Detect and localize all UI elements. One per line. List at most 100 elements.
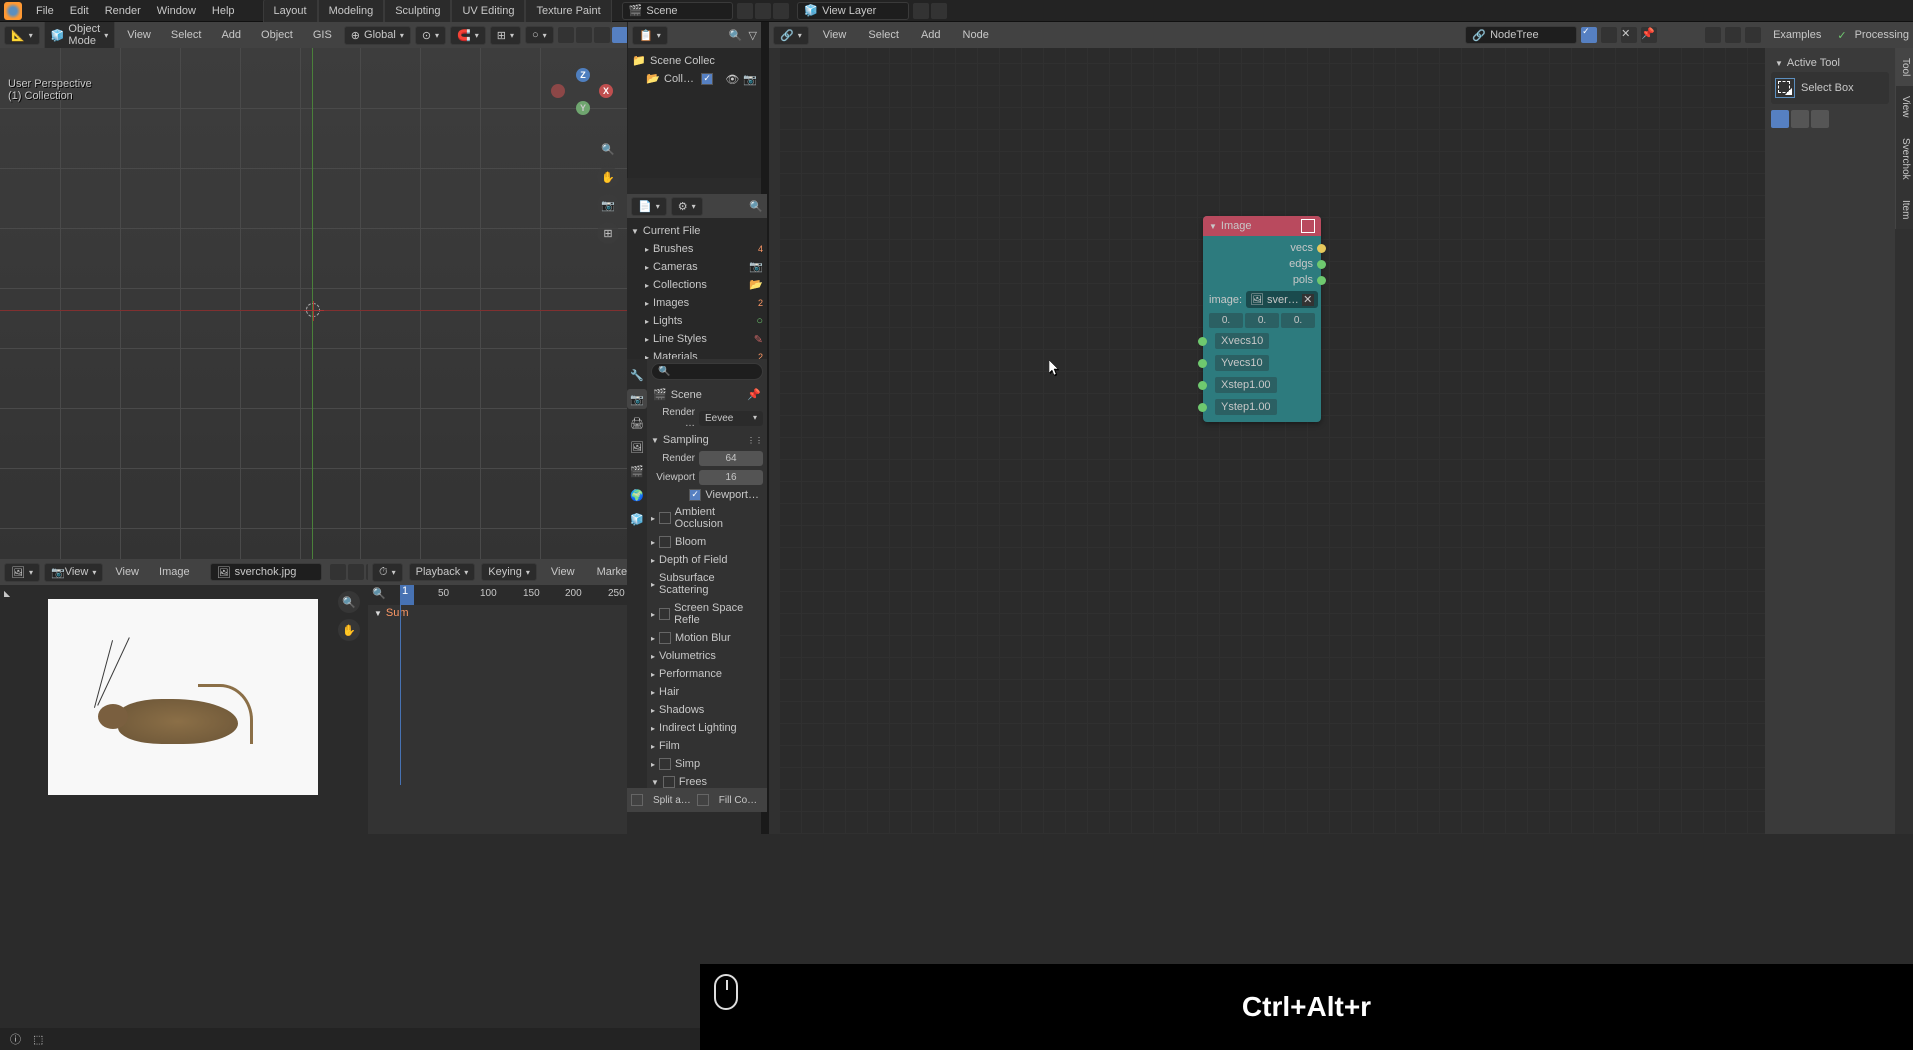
examples-dropdown[interactable]: Examples (1765, 24, 1829, 46)
dof-panel[interactable]: ▸Depth of Field (647, 551, 767, 569)
ssr-panel[interactable]: ▸Screen Space Refle (647, 599, 767, 629)
gizmo-z[interactable]: Z (576, 68, 590, 82)
scene-browse-icon[interactable] (737, 3, 753, 19)
img-menu-view[interactable]: View (107, 561, 147, 583)
viewport-3d-canvas[interactable]: User Perspective (1) Collection Z X Y 🔍 … (0, 48, 627, 559)
zoom-icon[interactable]: 🔍 (597, 138, 619, 160)
volumetrics-panel[interactable]: ▸Volumetrics (647, 647, 767, 665)
overlay-toggle[interactable] (576, 27, 592, 43)
tl-menu-view[interactable]: View (543, 561, 583, 583)
select-mode-new[interactable] (1771, 110, 1789, 128)
img-menu-image[interactable]: Image (151, 561, 198, 583)
scene-new-icon[interactable] (755, 3, 771, 19)
select-mode-extend[interactable] (1791, 110, 1809, 128)
pin-icon[interactable]: 📌 (747, 388, 761, 401)
socket-yvecs[interactable]: Yvecs10 (1203, 352, 1321, 374)
image-node[interactable]: ▼ Image vecs edgs pols image: 🖼 sver… ✕ (1203, 216, 1321, 422)
nodetree-name-input[interactable] (1490, 29, 1570, 41)
bake-icon[interactable] (1725, 27, 1741, 43)
socket-xvecs[interactable]: Xvecs10 (1203, 330, 1321, 352)
snap-toggle[interactable]: 🧲 (450, 26, 486, 45)
bloom-panel[interactable]: ▸Bloom (647, 533, 767, 551)
cameras-row[interactable]: ▸Cameras📷 (627, 258, 767, 276)
editor-type-image[interactable]: 🖼 (4, 563, 40, 582)
socket-ystep[interactable]: Ystep1.00 (1203, 396, 1321, 418)
tree-scene-collection[interactable]: 📁Scene Collec (628, 52, 761, 70)
scene-name-input[interactable] (646, 5, 726, 17)
viewlayer-name-input[interactable] (822, 5, 902, 17)
tl-menu-keying[interactable]: Keying (481, 563, 537, 581)
editor-type-timeline[interactable]: ⏱ (372, 563, 403, 582)
push-pin-icon[interactable]: 📌 (1641, 27, 1657, 43)
playhead[interactable]: 1 (400, 585, 414, 605)
tl-search-icon[interactable]: 🔍 (372, 587, 386, 600)
filter-dropdown[interactable]: ⚙ (671, 197, 703, 216)
summary-row[interactable]: ▼Sum (368, 605, 627, 621)
props-tab-world[interactable]: 🌍 (627, 485, 647, 505)
select-mode-subtract[interactable] (1811, 110, 1829, 128)
image-users-icon[interactable] (330, 564, 346, 580)
props-tab-tool[interactable]: 🔧 (627, 365, 647, 385)
image-viewer[interactable]: ◣ 🔍 ✋ (0, 585, 368, 834)
search-icon[interactable]: 🔍 (749, 200, 763, 213)
collapse-icon[interactable]: ▼ (1209, 222, 1217, 231)
menu-edit[interactable]: Edit (62, 0, 97, 22)
collections-row[interactable]: ▸Collections📂 (627, 276, 767, 294)
tree-collection[interactable]: 📂Collecti 👁 📷 (628, 70, 761, 88)
image-new-icon[interactable] (348, 564, 364, 580)
render-samples-field[interactable]: 64 (699, 451, 763, 466)
pin-nodetree[interactable] (1601, 27, 1617, 43)
node-menu-view[interactable]: View (815, 24, 855, 46)
camera-restrict-icon[interactable]: 📷 (743, 73, 757, 86)
snap-element[interactable]: ⊞ (490, 26, 521, 45)
nav-gizmo[interactable]: Z X Y (551, 68, 615, 132)
shading-wireframe[interactable] (612, 27, 627, 43)
select-box-tool[interactable]: Select Box (1771, 72, 1889, 104)
img-pan-icon[interactable]: ✋ (338, 619, 360, 641)
exclude-toggle[interactable] (701, 73, 713, 85)
3d-menu-select[interactable]: Select (163, 24, 210, 46)
props-tab-render[interactable]: 📷 (627, 389, 647, 409)
props-tab-scene[interactable]: 🎬 (627, 461, 647, 481)
workspace-modeling[interactable]: Modeling (318, 0, 385, 22)
images-row[interactable]: ▸Images2 (627, 294, 767, 312)
workspace-layout[interactable]: Layout (263, 0, 318, 22)
editor-type-nodes[interactable]: 🔗 (773, 26, 809, 45)
props-tab-object[interactable]: 🧊 (627, 509, 647, 529)
node-header[interactable]: ▼ Image (1203, 216, 1321, 236)
xray-toggle[interactable] (594, 27, 610, 43)
outliner-display-mode[interactable]: 📋 (632, 26, 668, 45)
proportional-edit[interactable]: ○ (525, 26, 554, 44)
image-name-input[interactable] (235, 566, 315, 578)
mode-selector[interactable]: 🧊Object Mode (44, 22, 116, 50)
3d-menu-object[interactable]: Object (253, 24, 301, 46)
gizmo-x[interactable]: X (599, 84, 613, 98)
editor-type-3dview[interactable]: 📐 (4, 26, 40, 45)
node-tab-tool[interactable]: Tool (1895, 48, 1913, 86)
viewlayer-del-icon[interactable] (931, 3, 947, 19)
props-search[interactable] (651, 363, 763, 380)
visibility-icon[interactable]: 👁 (725, 73, 739, 86)
socket-xstep[interactable]: Xstep1.00 (1203, 374, 1321, 396)
clear-image-icon[interactable]: ✕ (1302, 294, 1314, 306)
timeline-ruler[interactable]: 1 50 100 150 200 250 🔍 ✋ (368, 585, 627, 605)
pan-icon[interactable]: ✋ (597, 166, 619, 188)
image-selector[interactable]: 🖼 sver… ✕ (1246, 291, 1318, 308)
new-nodetree[interactable]: ✕ (1621, 27, 1637, 43)
workspace-uv[interactable]: UV Editing (451, 0, 525, 22)
split-chk[interactable] (631, 794, 643, 806)
brushes-row[interactable]: ▸Brushes4 (627, 240, 767, 258)
indirect-panel[interactable]: ▸Indirect Lighting (647, 719, 767, 737)
render-engine-dropdown[interactable]: Eevee (699, 411, 763, 426)
shadows-panel[interactable]: ▸Shadows (647, 701, 767, 719)
menu-file[interactable]: File (28, 0, 62, 22)
3d-menu-add[interactable]: Add (213, 24, 249, 46)
scene-del-icon[interactable] (773, 3, 789, 19)
gizmo-y[interactable]: Y (576, 101, 590, 115)
3d-menu-gis[interactable]: GIS (305, 24, 340, 46)
film-panel[interactable]: ▸Film (647, 737, 767, 755)
socket-pols[interactable]: pols (1203, 272, 1321, 288)
lights-row[interactable]: ▸Lights○ (627, 312, 767, 330)
rebake-icon[interactable] (1745, 27, 1761, 43)
tl-menu-playback[interactable]: Playback (409, 563, 476, 581)
